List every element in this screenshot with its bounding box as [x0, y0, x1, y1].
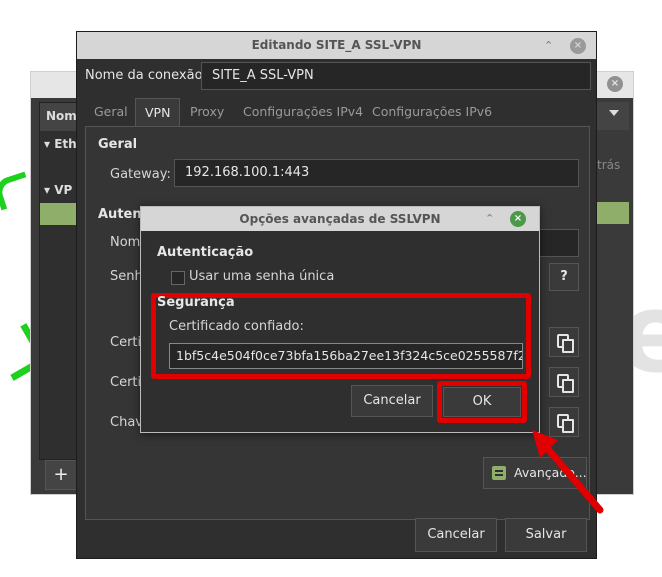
- close-icon[interactable]: ×: [607, 76, 623, 92]
- background-green-swoosh: [0, 171, 34, 211]
- chevron-down-icon: [609, 110, 619, 116]
- list-group-vpn[interactable]: ▾ VP: [44, 183, 72, 197]
- ok-button[interactable]: OK: [443, 387, 521, 417]
- window-title: Editando SITE_A SSL-VPN: [77, 32, 596, 59]
- tab-ipv6[interactable]: Configurações IPv6: [363, 98, 501, 126]
- gateway-label: Gateway:: [110, 167, 171, 182]
- settings-list-icon: [492, 466, 506, 480]
- sslvpn-advanced-dialog: Opções avançadas de SSLVPN ⌃ × Autentica…: [140, 206, 540, 433]
- list-item-selected-right[interactable]: [597, 202, 629, 224]
- close-icon[interactable]: ×: [510, 211, 526, 227]
- list-text-right: trás: [597, 158, 621, 172]
- ca-certificate-browse-button[interactable]: [549, 327, 579, 357]
- otp-checkbox[interactable]: [171, 271, 185, 285]
- question-diamond-icon: ?: [560, 269, 568, 284]
- minimize-icon[interactable]: ⌃: [544, 39, 553, 52]
- minimize-icon[interactable]: ⌃: [485, 212, 494, 225]
- tab-geral[interactable]: Geral: [85, 98, 137, 126]
- connection-name-input[interactable]: SITE_A SSL-VPN: [201, 62, 591, 90]
- otp-checkbox-label[interactable]: Usar uma senha única: [189, 269, 334, 284]
- section-heading-authentication: Autenticação: [157, 245, 254, 260]
- tab-bar: Geral VPN Proxy Configurações IPv4 Confi…: [85, 98, 591, 126]
- file-copy-icon: [557, 374, 574, 393]
- tab-proxy[interactable]: Proxy: [181, 98, 233, 126]
- group-label: VP: [54, 183, 73, 197]
- file-copy-icon: [557, 334, 574, 353]
- gateway-input[interactable]: 192.168.100.1:443: [174, 159, 579, 187]
- section-heading-geral: Geral: [98, 137, 138, 152]
- list-header-right[interactable]: [597, 102, 629, 130]
- close-icon[interactable]: ×: [570, 38, 586, 54]
- add-connection-button[interactable]: +: [45, 460, 77, 490]
- tab-vpn[interactable]: VPN: [135, 98, 181, 126]
- save-button[interactable]: Salvar: [505, 518, 587, 552]
- password-options-button[interactable]: ?: [549, 263, 579, 291]
- connection-name-label: Nome da conexão:: [85, 68, 207, 83]
- trusted-cert-input[interactable]: 1bf5c4e504f0ce73bfa156ba27ee13f324c5ce02…: [169, 343, 523, 369]
- section-heading-security: Segurança: [157, 295, 235, 310]
- user-certificate-browse-button[interactable]: [549, 367, 579, 397]
- annotation-arrow-icon: [532, 430, 604, 514]
- list-group-ethernet[interactable]: ▾ Eth: [44, 137, 77, 151]
- cancel-button[interactable]: Cancelar: [415, 518, 497, 552]
- dialog-title: Opções avançadas de SSLVPN: [141, 207, 539, 231]
- group-label: Eth: [54, 137, 77, 151]
- trusted-cert-label: Certificado confiado:: [169, 319, 304, 334]
- dialog-cancel-button[interactable]: Cancelar: [351, 385, 433, 417]
- tab-ipv4[interactable]: Configurações IPv4: [234, 98, 372, 126]
